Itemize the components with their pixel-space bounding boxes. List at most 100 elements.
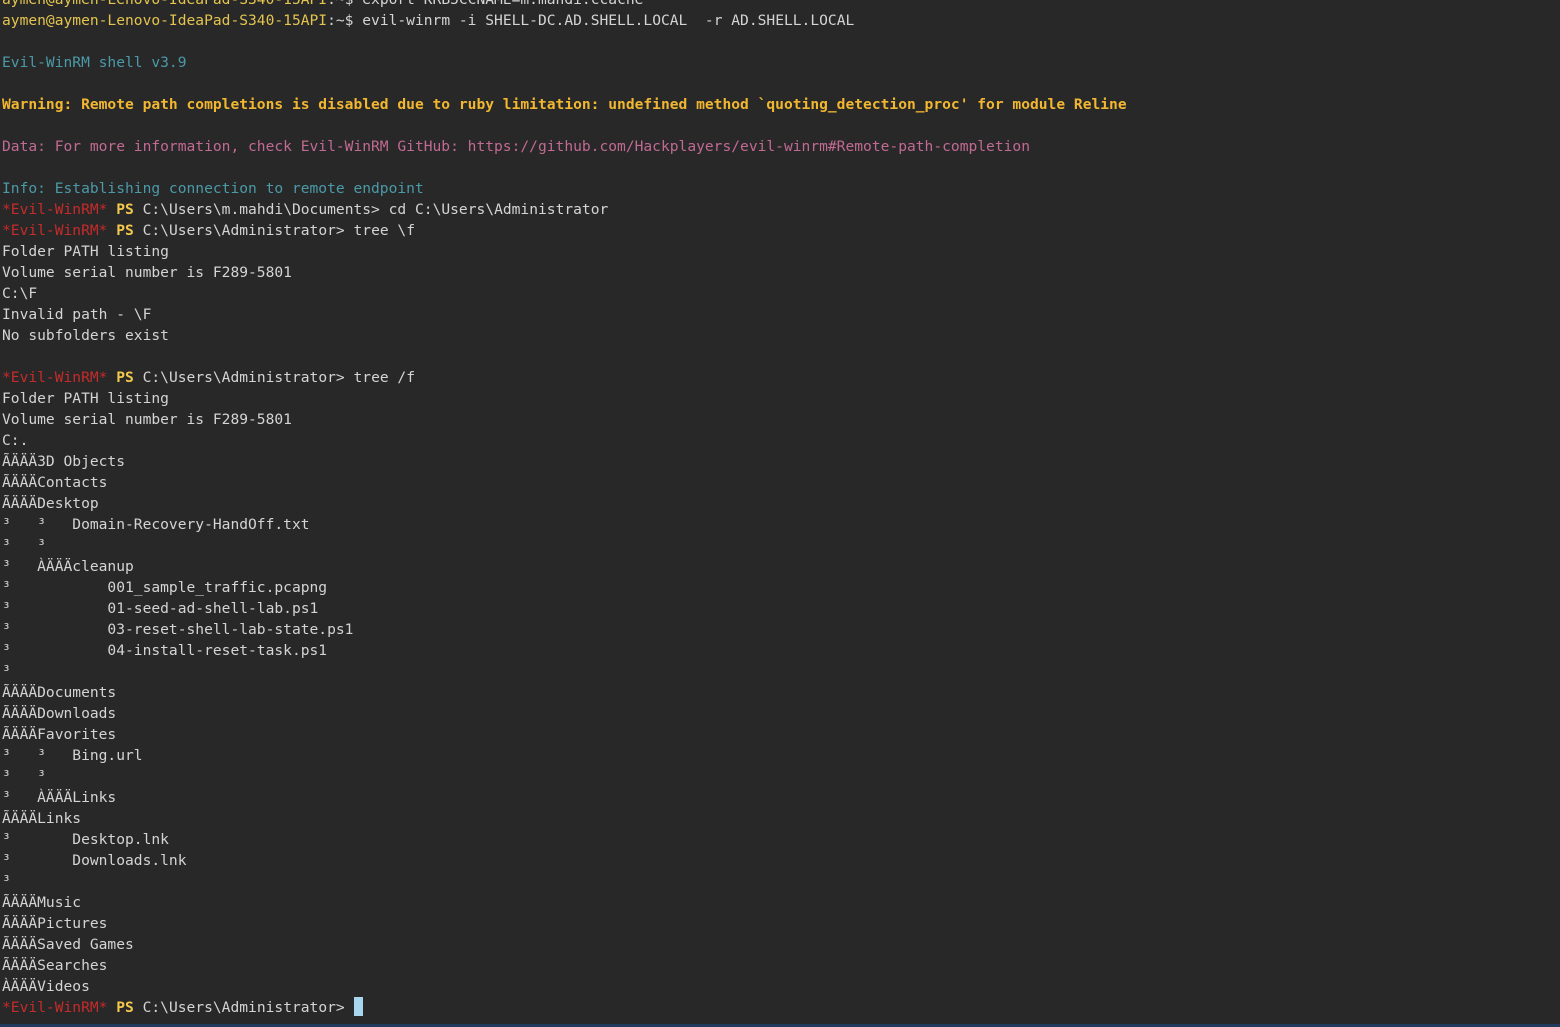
banner-text: Evil-WinRM shell v3.9 [2, 54, 187, 71]
output-line: C:\F [2, 283, 1127, 304]
output-text: ÃÄÄÄLinks [2, 810, 82, 827]
output-line: ÃÄÄÄDownloads [2, 703, 1127, 724]
ps-label: PS [116, 999, 134, 1016]
output-text: ³ ³ Bing.url [2, 747, 143, 764]
output-line: ÃÄÄÄFavorites [2, 724, 1127, 745]
terminal-output: aymen@aymen-Lenovo-IdeaPad-S340-15API:~$… [2, 0, 1127, 1018]
output-text: ³ ³ [2, 768, 46, 785]
output-line: ³ ³ [2, 766, 1127, 787]
terminal-window[interactable]: aymen@aymen-Lenovo-IdeaPad-S340-15API:~$… [0, 0, 1560, 1027]
output-text: ÃÄÄÄDesktop [2, 495, 99, 512]
output-text: ³ ÀÄÄÄcleanup [2, 558, 134, 575]
output-line: Invalid path - \F [2, 304, 1127, 325]
output-line: ³ 03-reset-shell-lab-state.ps1 [2, 619, 1127, 640]
ps-label: PS [116, 201, 134, 218]
evil-winrm-tag: *Evil-WinRM* [2, 369, 108, 386]
output-text: C:\F [2, 285, 38, 302]
output-text: Volume serial number is F289-5801 [2, 264, 292, 281]
prompt-path: C:\Users\Administrator> [142, 369, 345, 386]
info-text: Info: Establishing connection to remote … [2, 180, 424, 197]
output-text: Folder PATH listing [2, 243, 169, 260]
output-text: ³ [2, 663, 11, 680]
text-cursor[interactable] [353, 997, 363, 1016]
output-line: ³ [2, 871, 1127, 892]
evil-winrm-prompt-line: *Evil-WinRM* PS C:\Users\m.mahdi\Documen… [2, 199, 1127, 220]
output-text: Invalid path - \F [2, 306, 152, 323]
evil-winrm-tag: *Evil-WinRM* [2, 222, 108, 239]
ps-label: PS [116, 222, 134, 239]
ps-label: PS [116, 369, 134, 386]
output-text: ³ ³ [2, 537, 46, 554]
output-text: No subfolders exist [2, 327, 169, 344]
output-line: ³ 01-seed-ad-shell-lab.ps1 [2, 598, 1127, 619]
output-line: ÃÄÄÄLinks [2, 808, 1127, 829]
output-line: C:. [2, 430, 1127, 451]
command-text: tree /f [353, 369, 416, 386]
output-line: ³ 04-install-reset-task.ps1 [2, 640, 1127, 661]
output-text: ³ ÀÄÄÄLinks [2, 789, 117, 806]
output-line: ÃÄÄÄSaved Games [2, 934, 1127, 955]
output-text: Folder PATH listing [2, 390, 169, 407]
output-line: ³ Downloads.lnk [2, 850, 1127, 871]
output-text: ÃÄÄÄContacts [2, 474, 108, 491]
data-text: Data: For more information, check Evil-W… [2, 138, 1030, 155]
host-prompt-separator: :~$ [327, 12, 363, 29]
command-text: tree \f [353, 222, 416, 239]
output-line: Volume serial number is F289-5801 [2, 262, 1127, 283]
output-line: ÃÄÄÄPictures [2, 913, 1127, 934]
output-line: ³ ³ Bing.url [2, 745, 1127, 766]
output-line: ÃÄÄÄSearches [2, 955, 1127, 976]
evil-winrm-prompt-line: *Evil-WinRM* PS C:\Users\Administrator> … [2, 367, 1127, 388]
output-line: Folder PATH listing [2, 388, 1127, 409]
output-text: ³ Desktop.lnk [2, 831, 169, 848]
output-line: ³ Desktop.lnk [2, 829, 1127, 850]
prompt-path: C:\Users\m.mahdi\Documents> [142, 201, 380, 218]
output-line: ÃÄÄÄDocuments [2, 682, 1127, 703]
output-text: ³ 01-seed-ad-shell-lab.ps1 [2, 600, 319, 617]
output-text: ÃÄÄÄ3D Objects [2, 453, 126, 470]
output-line: ÃÄÄÄDesktop [2, 493, 1127, 514]
output-text: ³ Downloads.lnk [2, 852, 187, 869]
evil-winrm-prompt-line: *Evil-WinRM* PS C:\Users\Administrator> [2, 997, 1127, 1018]
output-line: ³ ³ [2, 535, 1127, 556]
output-line: ³ [2, 661, 1127, 682]
host-prompt-user: aymen@aymen-Lenovo-IdeaPad-S340-15API [2, 12, 328, 29]
output-line: ³ ÀÄÄÄcleanup [2, 556, 1127, 577]
output-line: ÀÄÄÄVideos [2, 976, 1127, 997]
output-text: ³ 03-reset-shell-lab-state.ps1 [2, 621, 354, 638]
output-text: C:. [2, 432, 29, 449]
output-text: Volume serial number is F289-5801 [2, 411, 292, 428]
output-text: ³ [2, 873, 11, 890]
output-line: No subfolders exist [2, 325, 1127, 346]
evil-winrm-tag: *Evil-WinRM* [2, 999, 108, 1016]
data-line: Data: For more information, check Evil-W… [2, 136, 1127, 157]
output-text: ÃÄÄÄSaved Games [2, 936, 134, 953]
output-text: ÃÄÄÄDocuments [2, 684, 117, 701]
info-line: Info: Establishing connection to remote … [2, 178, 1127, 199]
output-line: ÃÄÄÄContacts [2, 472, 1127, 493]
evil-winrm-tag: *Evil-WinRM* [2, 201, 108, 218]
shell-command-line: aymen@aymen-Lenovo-IdeaPad-S340-15API:~$… [2, 10, 1127, 31]
output-text: ÃÄÄÄMusic [2, 894, 82, 911]
output-line: Folder PATH listing [2, 241, 1127, 262]
output-text: ÃÄÄÄPictures [2, 915, 108, 932]
output-line: ³ ³ Domain-Recovery-HandOff.txt [2, 514, 1127, 535]
warning-line: Warning: Remote path completions is disa… [2, 94, 1127, 115]
host-prompt-user: aymen@aymen-Lenovo-IdeaPad-S340-15API [2, 0, 327, 8]
banner-line: Evil-WinRM shell v3.9 [2, 52, 1127, 73]
output-text: ÃÄÄÄFavorites [2, 726, 117, 743]
evil-winrm-prompt-line: *Evil-WinRM* PS C:\Users\Administrator> … [2, 220, 1127, 241]
prompt-path: C:\Users\Administrator> [142, 222, 345, 239]
output-line: ÃÄÄÄMusic [2, 892, 1127, 913]
host-prompt-separator: :~$ [327, 0, 362, 8]
output-text: ³ 001_sample_traffic.pcapng [2, 579, 328, 596]
output-line: ³ ÀÄÄÄLinks [2, 787, 1127, 808]
prompt-path: C:\Users\Administrator> [142, 999, 345, 1016]
command-text: export KRB5CCNAME=m.mahdi.ccache [362, 0, 643, 8]
output-text: ÃÄÄÄDownloads [2, 705, 117, 722]
